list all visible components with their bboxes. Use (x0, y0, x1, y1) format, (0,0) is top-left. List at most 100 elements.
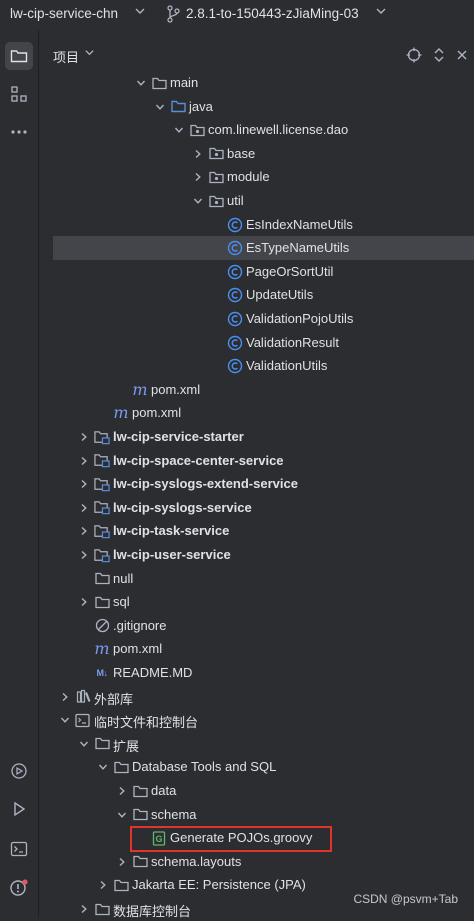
watermark: CSDN @psvm+Tab (353, 892, 458, 906)
tree-item-label: schema.layouts (151, 853, 242, 869)
chevron-right-icon[interactable] (96, 877, 110, 893)
tree-row[interactable]: 外部库 (53, 685, 474, 709)
tree-row[interactable]: lw-cip-syslogs-service (53, 496, 474, 520)
chevron-right-icon[interactable] (77, 547, 91, 563)
library-icon (75, 689, 91, 705)
source-folder-icon (170, 99, 186, 115)
run-icon[interactable] (5, 795, 33, 823)
locate-icon[interactable] (405, 46, 423, 64)
chevron-right-icon[interactable] (191, 169, 205, 185)
maven-icon: m (113, 403, 129, 423)
folder-icon (113, 877, 129, 893)
expand-collapse-icon[interactable] (430, 46, 448, 64)
tree-row[interactable]: Database Tools and SQL (53, 755, 474, 779)
chevron-down-icon[interactable] (96, 759, 110, 775)
chevron-right-icon[interactable] (77, 500, 91, 516)
chevron-right-icon[interactable] (115, 854, 129, 870)
project-tree: main java com.linewell.license.dao base modu… (39, 70, 474, 919)
tree-item-label: util (227, 193, 244, 208)
tree-item-label: 数据库控制台 (113, 904, 192, 919)
tree-item-label: com.linewell.license.dao (208, 122, 349, 138)
branch-name[interactable]: 2.8.1-to-150443-zJiaMing-03 (186, 6, 359, 21)
structure-icon[interactable] (5, 80, 33, 108)
tree-item-label: base (227, 145, 256, 161)
chevron-down-icon[interactable] (134, 75, 148, 91)
tree-row[interactable]: lw-cip-syslogs-extend-service (53, 472, 474, 496)
chevron-down-icon[interactable] (77, 736, 91, 752)
chevron-right-icon[interactable] (115, 783, 129, 799)
git-branch-icon[interactable] (166, 5, 180, 26)
chevron-right-icon[interactable] (191, 146, 205, 162)
chevron-right-icon[interactable] (77, 901, 91, 917)
chevron-right-icon[interactable] (58, 689, 72, 705)
folder-icon (132, 854, 148, 870)
chevron-down-icon[interactable] (84, 47, 95, 61)
package-icon (208, 169, 224, 185)
tree-row[interactable]: base (53, 142, 474, 166)
tree-row[interactable]: PageOrSortUtil (53, 260, 474, 284)
chevron-down-icon[interactable] (172, 122, 186, 138)
tree-row[interactable]: M↓ README.MD (53, 661, 474, 685)
tree-row[interactable]: null (53, 567, 474, 591)
package-icon (208, 193, 224, 209)
tool-window-rail (0, 30, 39, 917)
chevron-down-icon[interactable] (115, 807, 129, 823)
more-icon[interactable] (5, 118, 33, 146)
tree-row[interactable]: m pom.xml (53, 637, 474, 661)
chevron-down-icon[interactable] (134, 5, 146, 20)
tree-row[interactable]: lw-cip-user-service (53, 543, 474, 567)
tree-row[interactable]: ValidationUtils (53, 354, 474, 378)
scratch-icon (75, 712, 91, 728)
highlight-annotation (130, 826, 332, 852)
tree-row[interactable]: 临时文件和控制台 (53, 708, 474, 732)
tree-item-label: lw-cip-syslogs-service (113, 499, 252, 515)
project-name[interactable]: lw-cip-service-chn (10, 6, 118, 21)
tree-item-label: main (170, 75, 199, 90)
problems-icon[interactable] (5, 874, 33, 902)
tree-item-label: EsTypeNameUtils (246, 240, 350, 256)
close-icon[interactable] (453, 46, 471, 64)
chevron-down-icon[interactable] (58, 712, 72, 728)
tree-row[interactable]: schema (53, 803, 474, 827)
tree-row[interactable]: EsTypeNameUtils (53, 236, 474, 260)
tree-row[interactable]: .gitignore (53, 614, 474, 638)
services-icon[interactable] (5, 757, 33, 785)
tree-row[interactable]: module (53, 165, 474, 189)
chevron-right-icon[interactable] (77, 453, 91, 469)
panel-title[interactable]: 项目 (53, 47, 79, 66)
tree-item-label: sql (113, 594, 130, 610)
chevron-right-icon[interactable] (77, 429, 91, 445)
chevron-right-icon[interactable] (77, 476, 91, 492)
tree-row[interactable]: sql (53, 590, 474, 614)
tree-row[interactable]: ValidationResult (53, 331, 474, 355)
tree-row[interactable]: m pom.xml (53, 401, 474, 425)
class-icon (227, 217, 243, 233)
chevron-right-icon[interactable] (77, 594, 91, 610)
tree-row[interactable]: main (53, 71, 474, 95)
chevron-down-icon[interactable] (191, 193, 205, 209)
terminal-icon[interactable] (5, 835, 33, 863)
tree-row[interactable]: lw-cip-task-service (53, 519, 474, 543)
project-folder-icon[interactable] (5, 42, 33, 70)
tree-row[interactable]: java (53, 95, 474, 119)
chevron-down-icon[interactable] (153, 99, 167, 115)
class-icon (227, 358, 243, 374)
tree-row[interactable]: schema.layouts (53, 850, 474, 874)
module-folder-icon (94, 429, 110, 445)
tree-row[interactable]: data (53, 779, 474, 803)
tree-item-label: README.MD (113, 665, 193, 680)
tree-row[interactable]: m pom.xml (53, 378, 474, 402)
chevron-down-icon[interactable] (375, 5, 387, 20)
chevron-right-icon[interactable] (77, 523, 91, 539)
project-panel-header: 项目 (39, 40, 474, 70)
tree-row[interactable]: com.linewell.license.dao (53, 118, 474, 142)
tree-row[interactable]: EsIndexNameUtils (53, 213, 474, 237)
tree-row[interactable]: UpdateUtils (53, 283, 474, 307)
tree-row[interactable]: ValidationPojoUtils (53, 307, 474, 331)
tree-row[interactable]: util (53, 189, 474, 213)
package-icon (189, 122, 205, 138)
tree-row[interactable]: 扩展 (53, 732, 474, 756)
tree-row[interactable]: lw-cip-service-starter (53, 425, 474, 449)
folder-icon (132, 807, 148, 823)
tree-row[interactable]: lw-cip-space-center-service (53, 449, 474, 473)
